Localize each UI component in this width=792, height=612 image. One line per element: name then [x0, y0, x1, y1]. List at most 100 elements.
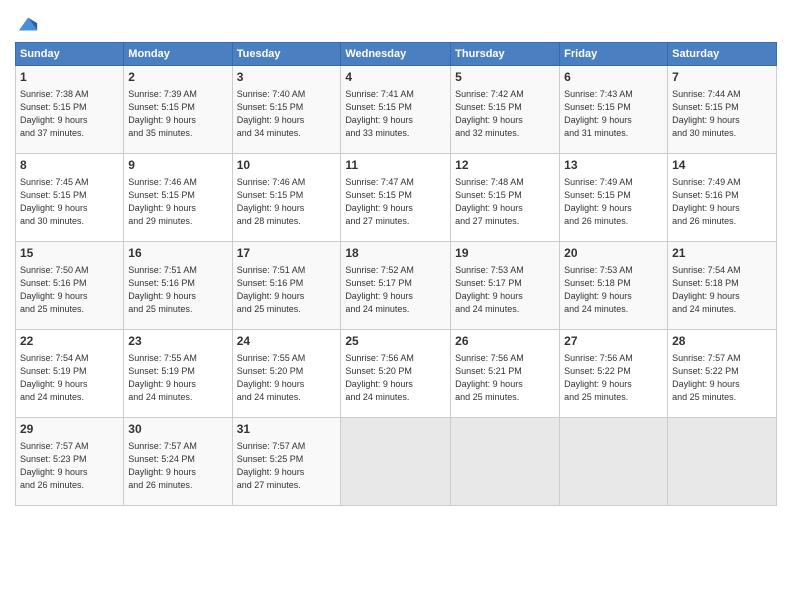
day-info: Sunrise: 7:56 AMSunset: 5:20 PMDaylight:…: [345, 352, 446, 404]
day-number: 21: [672, 245, 772, 262]
day-info: Sunrise: 7:44 AMSunset: 5:15 PMDaylight:…: [672, 88, 772, 140]
weekday-header-sunday: Sunday: [16, 43, 124, 66]
weekday-header-row: SundayMondayTuesdayWednesdayThursdayFrid…: [16, 43, 777, 66]
calendar-week-2: 8Sunrise: 7:45 AMSunset: 5:15 PMDaylight…: [16, 154, 777, 242]
calendar-cell: 24 Sunrise: 7:55 AMSunset: 5:20 PMDayligh…: [232, 330, 341, 418]
day-info: Sunrise: 7:57 AMSunset: 5:25 PMDaylight:…: [237, 440, 337, 492]
day-number: 2: [128, 69, 227, 86]
calendar-cell: 11 Sunrise: 7:47 AMSunset: 5:15 PMDayligh…: [341, 154, 451, 242]
calendar-cell: 28 Sunrise: 7:57 AMSunset: 5:22 PMDayligh…: [668, 330, 777, 418]
day-number: 29: [20, 421, 119, 438]
day-info: Sunrise: 7:48 AMSunset: 5:15 PMDaylight:…: [455, 176, 555, 228]
calendar-week-4: 22 Sunrise: 7:54 AMSunset: 5:19 PMDayligh…: [16, 330, 777, 418]
day-number: 19: [455, 245, 555, 262]
calendar-cell: [560, 418, 668, 506]
calendar-cell: 16 Sunrise: 7:51 AMSunset: 5:16 PMDayligh…: [124, 242, 232, 330]
day-info: Sunrise: 7:47 AMSunset: 5:15 PMDaylight:…: [345, 176, 446, 228]
calendar-page: SundayMondayTuesdayWednesdayThursdayFrid…: [0, 0, 792, 612]
day-info: Sunrise: 7:50 AMSunset: 5:16 PMDaylight:…: [20, 264, 119, 316]
day-info: Sunrise: 7:49 AMSunset: 5:15 PMDaylight:…: [564, 176, 663, 228]
day-number: 27: [564, 333, 663, 350]
calendar-cell: 17 Sunrise: 7:51 AMSunset: 5:16 PMDayligh…: [232, 242, 341, 330]
calendar-cell: 31 Sunrise: 7:57 AMSunset: 5:25 PMDayligh…: [232, 418, 341, 506]
day-number: 16: [128, 245, 227, 262]
calendar-body: 1Sunrise: 7:38 AMSunset: 5:15 PMDaylight…: [16, 66, 777, 506]
calendar-cell: 9Sunrise: 7:46 AMSunset: 5:15 PMDaylight…: [124, 154, 232, 242]
day-info: Sunrise: 7:38 AMSunset: 5:15 PMDaylight:…: [20, 88, 119, 140]
day-info: Sunrise: 7:49 AMSunset: 5:16 PMDaylight:…: [672, 176, 772, 228]
day-number: 26: [455, 333, 555, 350]
day-info: Sunrise: 7:55 AMSunset: 5:20 PMDaylight:…: [237, 352, 337, 404]
calendar-cell: [341, 418, 451, 506]
calendar-cell: 14 Sunrise: 7:49 AMSunset: 5:16 PMDayligh…: [668, 154, 777, 242]
day-number: 10: [237, 157, 337, 174]
day-info: Sunrise: 7:54 AMSunset: 5:18 PMDaylight:…: [672, 264, 772, 316]
calendar-cell: 5Sunrise: 7:42 AMSunset: 5:15 PMDaylight…: [451, 66, 560, 154]
day-number: 13: [564, 157, 663, 174]
weekday-header-thursday: Thursday: [451, 43, 560, 66]
day-number: 24: [237, 333, 337, 350]
day-info: Sunrise: 7:52 AMSunset: 5:17 PMDaylight:…: [345, 264, 446, 316]
calendar-cell: 4Sunrise: 7:41 AMSunset: 5:15 PMDaylight…: [341, 66, 451, 154]
day-info: Sunrise: 7:51 AMSunset: 5:16 PMDaylight:…: [128, 264, 227, 316]
day-info: Sunrise: 7:57 AMSunset: 5:24 PMDaylight:…: [128, 440, 227, 492]
calendar-cell: 19 Sunrise: 7:53 AMSunset: 5:17 PMDayligh…: [451, 242, 560, 330]
day-info: Sunrise: 7:46 AMSunset: 5:15 PMDaylight:…: [237, 176, 337, 228]
day-number: 30: [128, 421, 227, 438]
calendar-cell: 18Sunrise: 7:52 AMSunset: 5:17 PMDayligh…: [341, 242, 451, 330]
day-info: Sunrise: 7:40 AMSunset: 5:15 PMDaylight:…: [237, 88, 337, 140]
day-number: 31: [237, 421, 337, 438]
weekday-header-saturday: Saturday: [668, 43, 777, 66]
weekday-header-monday: Monday: [124, 43, 232, 66]
day-info: Sunrise: 7:51 AMSunset: 5:16 PMDaylight:…: [237, 264, 337, 316]
calendar-cell: 25 Sunrise: 7:56 AMSunset: 5:20 PMDayligh…: [341, 330, 451, 418]
calendar-cell: 29 Sunrise: 7:57 AMSunset: 5:23 PMDayligh…: [16, 418, 124, 506]
calendar-cell: 30 Sunrise: 7:57 AMSunset: 5:24 PMDayligh…: [124, 418, 232, 506]
calendar-cell: 1Sunrise: 7:38 AMSunset: 5:15 PMDaylight…: [16, 66, 124, 154]
calendar-cell: 2 Sunrise: 7:39 AMSunset: 5:15 PMDaylight…: [124, 66, 232, 154]
day-number: 3: [237, 69, 337, 86]
calendar-cell: 12Sunrise: 7:48 AMSunset: 5:15 PMDayligh…: [451, 154, 560, 242]
day-number: 14: [672, 157, 772, 174]
day-number: 20: [564, 245, 663, 262]
day-number: 17: [237, 245, 337, 262]
day-info: Sunrise: 7:39 AMSunset: 5:15 PMDaylight:…: [128, 88, 227, 140]
weekday-header-friday: Friday: [560, 43, 668, 66]
day-number: 28: [672, 333, 772, 350]
day-info: Sunrise: 7:54 AMSunset: 5:19 PMDaylight:…: [20, 352, 119, 404]
day-number: 9: [128, 157, 227, 174]
day-number: 23: [128, 333, 227, 350]
calendar-cell: 22 Sunrise: 7:54 AMSunset: 5:19 PMDayligh…: [16, 330, 124, 418]
weekday-header-tuesday: Tuesday: [232, 43, 341, 66]
calendar-cell: 21 Sunrise: 7:54 AMSunset: 5:18 PMDayligh…: [668, 242, 777, 330]
day-info: Sunrise: 7:53 AMSunset: 5:18 PMDaylight:…: [564, 264, 663, 316]
day-number: 5: [455, 69, 555, 86]
calendar-week-5: 29 Sunrise: 7:57 AMSunset: 5:23 PMDayligh…: [16, 418, 777, 506]
day-info: Sunrise: 7:56 AMSunset: 5:22 PMDaylight:…: [564, 352, 663, 404]
calendar-table: SundayMondayTuesdayWednesdayThursdayFrid…: [15, 42, 777, 506]
day-number: 22: [20, 333, 119, 350]
day-info: Sunrise: 7:57 AMSunset: 5:22 PMDaylight:…: [672, 352, 772, 404]
logo: [15, 14, 39, 36]
day-info: Sunrise: 7:41 AMSunset: 5:15 PMDaylight:…: [345, 88, 446, 140]
calendar-cell: 15Sunrise: 7:50 AMSunset: 5:16 PMDayligh…: [16, 242, 124, 330]
calendar-cell: 8Sunrise: 7:45 AMSunset: 5:15 PMDaylight…: [16, 154, 124, 242]
logo-icon: [17, 14, 39, 36]
day-number: 11: [345, 157, 446, 174]
day-info: Sunrise: 7:57 AMSunset: 5:23 PMDaylight:…: [20, 440, 119, 492]
calendar-cell: 23 Sunrise: 7:55 AMSunset: 5:19 PMDayligh…: [124, 330, 232, 418]
day-number: 8: [20, 157, 119, 174]
day-info: Sunrise: 7:55 AMSunset: 5:19 PMDaylight:…: [128, 352, 227, 404]
calendar-cell: 7Sunrise: 7:44 AMSunset: 5:15 PMDaylight…: [668, 66, 777, 154]
day-number: 25: [345, 333, 446, 350]
page-header: [15, 10, 777, 36]
day-info: Sunrise: 7:53 AMSunset: 5:17 PMDaylight:…: [455, 264, 555, 316]
calendar-cell: 6Sunrise: 7:43 AMSunset: 5:15 PMDaylight…: [560, 66, 668, 154]
calendar-cell: 3 Sunrise: 7:40 AMSunset: 5:15 PMDaylight…: [232, 66, 341, 154]
calendar-cell: 10 Sunrise: 7:46 AMSunset: 5:15 PMDayligh…: [232, 154, 341, 242]
calendar-week-1: 1Sunrise: 7:38 AMSunset: 5:15 PMDaylight…: [16, 66, 777, 154]
calendar-cell: 26Sunrise: 7:56 AMSunset: 5:21 PMDayligh…: [451, 330, 560, 418]
calendar-week-3: 15Sunrise: 7:50 AMSunset: 5:16 PMDayligh…: [16, 242, 777, 330]
day-number: 6: [564, 69, 663, 86]
calendar-cell: [451, 418, 560, 506]
